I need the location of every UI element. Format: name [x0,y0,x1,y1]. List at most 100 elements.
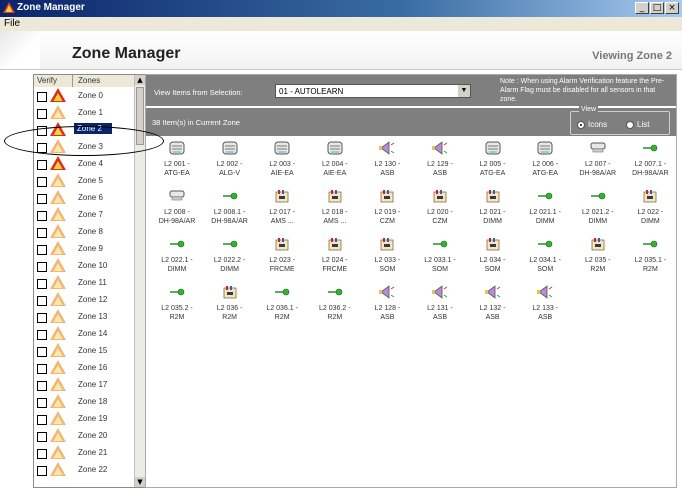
zone-row[interactable]: Zone 9 [34,241,134,257]
zone-item[interactable]: L2 018 - AMS ... [309,189,361,237]
zone-row[interactable]: Zone 3 [34,139,134,155]
zone-item[interactable]: L2 021.1 - DIMM [519,189,571,237]
zone-item[interactable]: L2 033 - SOM [361,237,413,285]
verify-checkbox[interactable] [37,143,47,153]
zone-row[interactable]: Zone 2 [34,122,134,138]
zone-item[interactable]: L2 023 - FRCME [256,237,308,285]
zone-item[interactable]: L2 007 - DH-98A/AR [572,141,624,189]
verify-checkbox[interactable] [37,126,47,136]
scroll-down-icon[interactable]: ▼ [135,477,145,487]
zone-row[interactable]: Zone 21 [34,445,134,461]
view-list-label[interactable]: List [637,120,649,129]
zone-row[interactable]: Zone 22 [34,462,134,478]
verify-checkbox[interactable] [37,92,47,102]
zone-row[interactable]: Zone 15 [34,343,134,359]
verify-checkbox[interactable] [37,381,47,391]
zone-item[interactable]: L2 003 - AIE-EA [256,141,308,189]
verify-checkbox[interactable] [37,466,47,476]
zone-row[interactable]: Zone 4 [34,156,134,172]
zone-item[interactable]: L2 021 - DIMM [467,189,519,237]
verify-checkbox[interactable] [37,211,47,221]
zone-item[interactable]: L2 132 - ASB [467,285,519,333]
zone-item[interactable]: L2 133 - ASB [519,285,571,333]
zone-item[interactable]: L2 001 - ATG-EA [151,141,203,189]
zone-item[interactable]: L2 022.1 - DIMM [151,237,203,285]
zone-row[interactable]: Zone 11 [34,275,134,291]
zone-item[interactable]: L2 024 - FRCME [309,237,361,285]
zone-item[interactable]: L2 020 - CZM [414,189,466,237]
zone-list-scrollbar[interactable]: ▲ ▼ [134,75,145,487]
close-button[interactable]: × [665,2,679,14]
zone-item[interactable]: L2 033.1 - SOM [414,237,466,285]
verify-checkbox[interactable] [37,398,47,408]
zone-item[interactable]: L2 035.2 - R2M [151,285,203,333]
zone-row[interactable]: Zone 18 [34,394,134,410]
scroll-up-icon[interactable]: ▲ [135,75,145,85]
zone-row[interactable]: Zone 20 [34,428,134,444]
chevron-down-icon[interactable]: ▼ [458,85,470,97]
view-list-radio[interactable] [626,121,634,129]
zone-item[interactable]: L2 036 - R2M [204,285,256,333]
verify-checkbox[interactable] [37,449,47,459]
column-zones[interactable]: Zones [78,76,100,85]
zone-item[interactable]: L2 008.1 - DH-98A/AR [204,189,256,237]
zone-item[interactable]: L2 005 - ATG-EA [467,141,519,189]
verify-checkbox[interactable] [37,330,47,340]
zone-item[interactable]: L2 002 - ALG-V [204,141,256,189]
verify-checkbox[interactable] [37,313,47,323]
scroll-thumb[interactable] [136,87,144,145]
zone-item[interactable]: L2 021.2 - DIMM [572,189,624,237]
zone-item[interactable]: L2 128 - ASB [361,285,413,333]
minimize-button[interactable]: _ [635,2,649,14]
view-icons-label[interactable]: Icons [588,120,607,129]
zone-item[interactable]: L2 130 - ASB [361,141,413,189]
zone-item[interactable]: L2 007.1 - DH-98A/AR [624,141,676,189]
zone-row[interactable]: Zone 19 [34,411,134,427]
zone-row[interactable]: Zone 16 [34,360,134,376]
zone-item[interactable]: L2 034 - SOM [467,237,519,285]
zone-row[interactable]: Zone 0 [34,88,134,104]
zone-row[interactable]: Zone 13 [34,309,134,325]
verify-checkbox[interactable] [37,296,47,306]
zone-row[interactable]: Zone 7 [34,207,134,223]
verify-checkbox[interactable] [37,347,47,357]
zone-item[interactable]: L2 006 - ATG-EA [519,141,571,189]
zone-item[interactable]: L2 022.2 - DIMM [204,237,256,285]
zone-row[interactable]: Zone 8 [34,224,134,240]
verify-checkbox[interactable] [37,432,47,442]
verify-checkbox[interactable] [37,109,47,119]
zone-row[interactable]: Zone 5 [34,173,134,189]
zone-item[interactable]: L2 008 - DH-98A/AR [151,189,203,237]
zone-item[interactable]: L2 034.1 - SOM [519,237,571,285]
zone-row[interactable]: Zone 6 [34,190,134,206]
verify-checkbox[interactable] [37,194,47,204]
zone-row[interactable]: Zone 1 [34,105,134,121]
zone-item[interactable]: L2 035 - R2M [572,237,624,285]
zone-item[interactable]: L2 004 - AIE-EA [309,141,361,189]
menu-file[interactable]: File [4,18,20,29]
verify-checkbox[interactable] [37,415,47,425]
verify-checkbox[interactable] [37,160,47,170]
zone-item[interactable]: L2 036.2 - R2M [309,285,361,333]
view-icons-radio[interactable] [577,121,585,129]
verify-checkbox[interactable] [37,177,47,187]
zone-row[interactable]: Zone 10 [34,258,134,274]
verify-checkbox[interactable] [37,279,47,289]
zone-item[interactable]: L2 036.1 - R2M [256,285,308,333]
zone-item[interactable]: L2 129 - ASB [414,141,466,189]
maximize-button[interactable]: □ [650,2,664,14]
zone-row[interactable]: Zone 12 [34,292,134,308]
zone-row[interactable]: Zone 14 [34,326,134,342]
zone-row[interactable]: Zone 17 [34,377,134,393]
zone-item[interactable]: L2 035.1 - R2M [624,237,676,285]
column-verify[interactable]: Verify [37,76,57,85]
selection-dropdown[interactable]: 01 - AUTOLEARN ▼ [275,84,471,98]
zone-item[interactable]: L2 131 - ASB [414,285,466,333]
zone-item[interactable]: L2 019 - CZM [361,189,413,237]
verify-checkbox[interactable] [37,364,47,374]
verify-checkbox[interactable] [37,262,47,272]
verify-checkbox[interactable] [37,228,47,238]
zone-item[interactable]: L2 017 - AMS ... [256,189,308,237]
verify-checkbox[interactable] [37,245,47,255]
zone-item[interactable]: L2 022 - DIMM [624,189,676,237]
